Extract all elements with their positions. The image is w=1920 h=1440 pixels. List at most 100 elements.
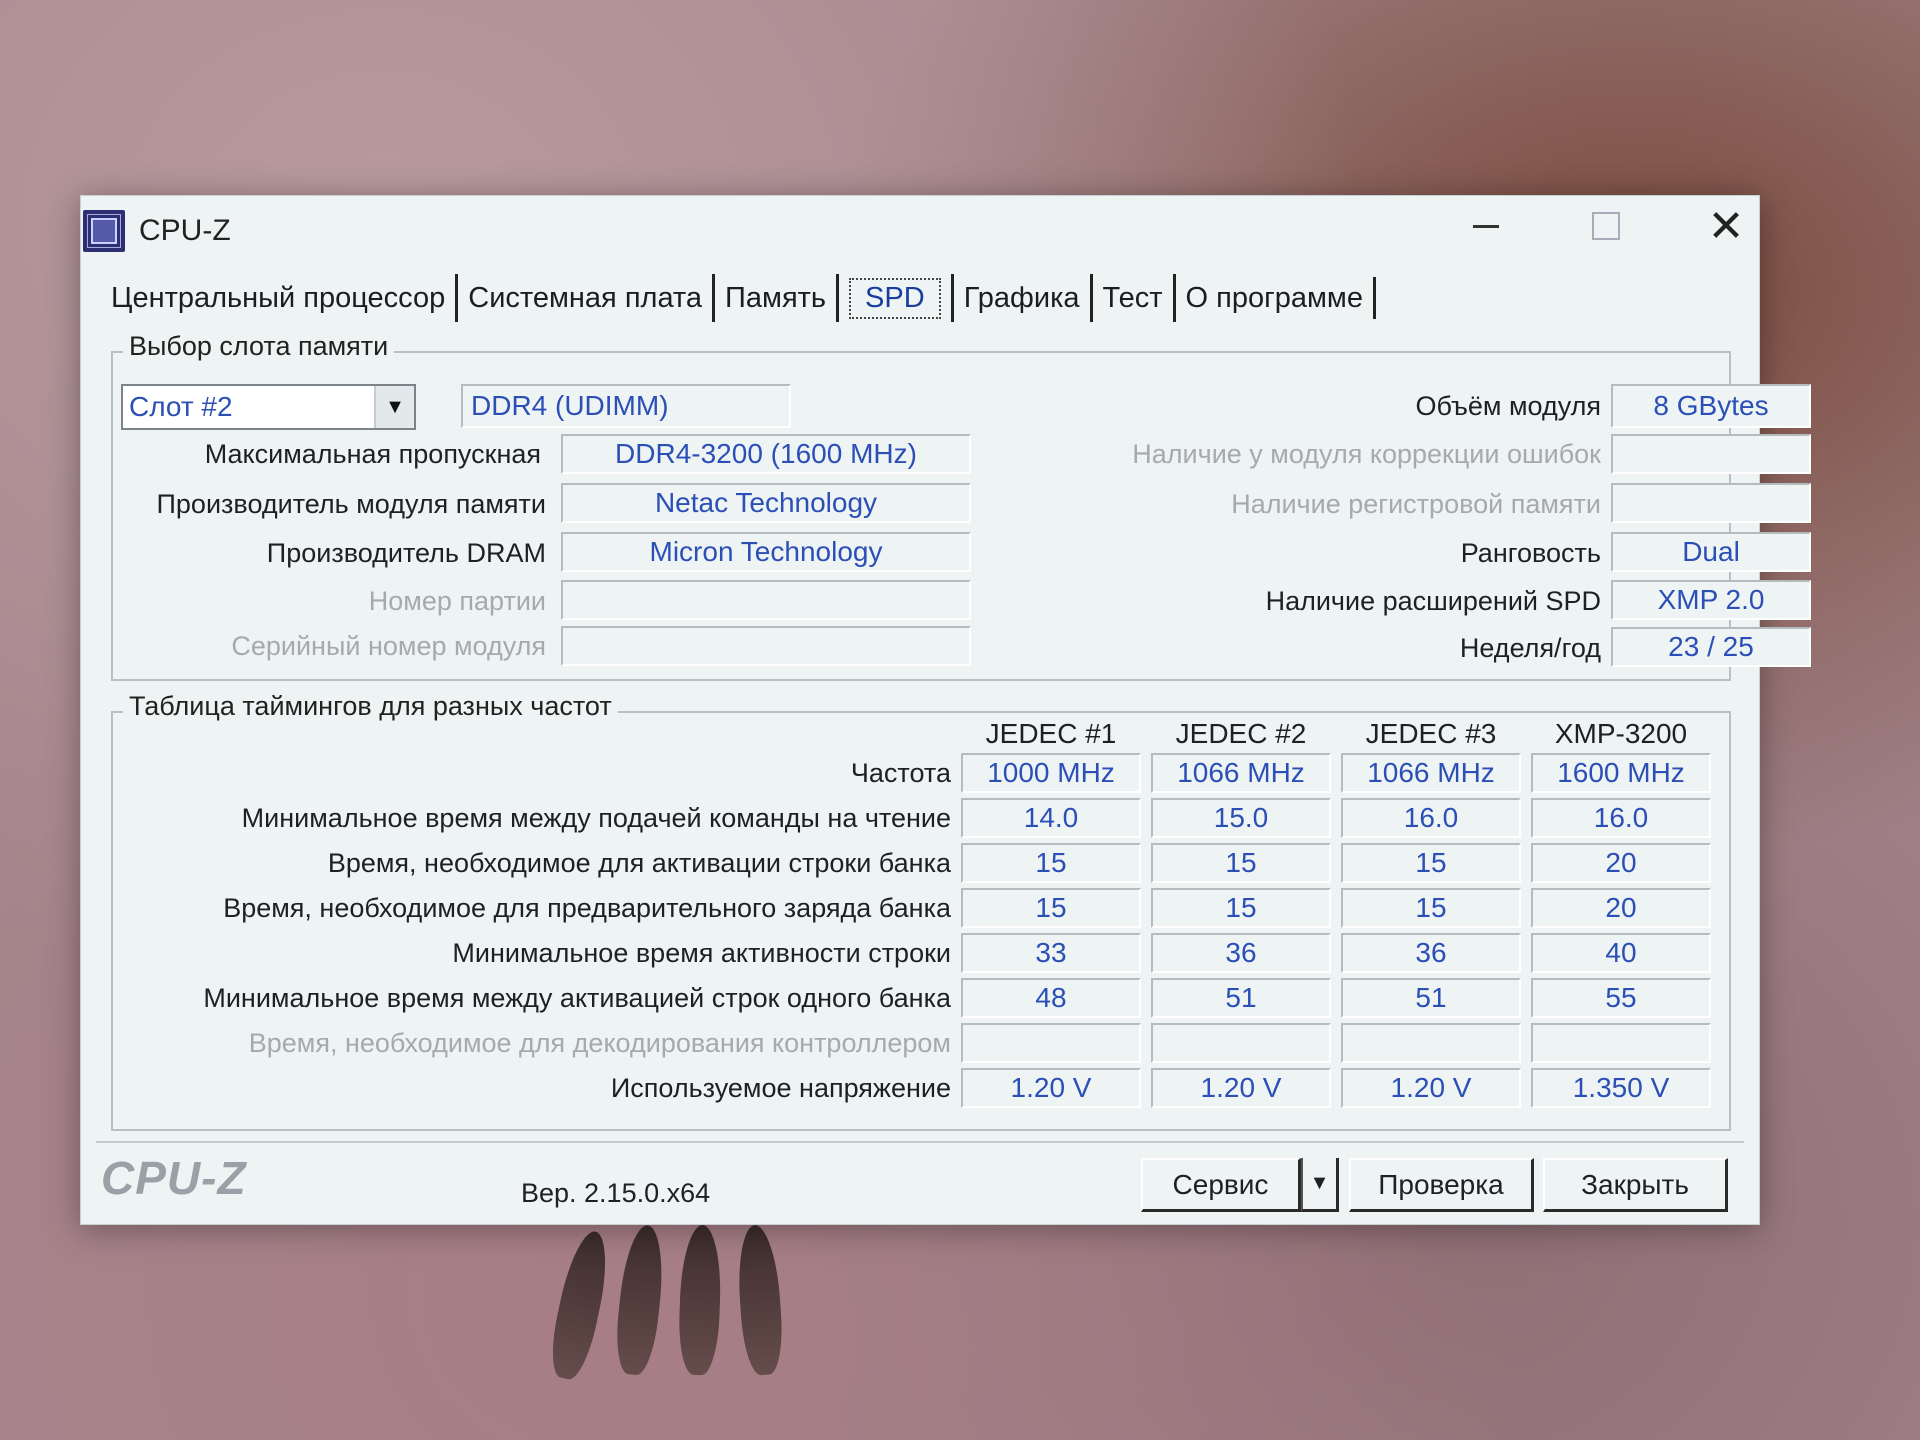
timing-cell: 1.350 V xyxy=(1531,1068,1711,1108)
service-button[interactable]: Сервис xyxy=(1141,1158,1301,1212)
tab-spd-label: SPD xyxy=(849,277,941,319)
module-size-field: 8 GBytes xyxy=(1611,384,1811,428)
tab-bench[interactable]: Тест xyxy=(1089,274,1173,322)
memory-type-field: DDR4 (UDIMM) xyxy=(461,384,791,428)
registered-label: Наличие регистровой памяти xyxy=(1231,489,1601,519)
tab-memory[interactable]: Память xyxy=(712,274,836,322)
timing-cell: 1000 MHz xyxy=(961,753,1141,793)
maximize-icon[interactable] xyxy=(1551,196,1661,256)
dram-manufacturer-field: Micron Technology xyxy=(561,532,971,572)
timing-cell: 14.0 xyxy=(961,798,1141,838)
timing-cell: 1066 MHz xyxy=(1341,753,1521,793)
cpuz-window: CPU-Z ✕ Центральный процессор Системная … xyxy=(80,195,1811,1225)
close-button[interactable]: Закрыть xyxy=(1543,1158,1728,1212)
timing-cell: 48 xyxy=(961,978,1141,1018)
column-header: JEDEC #3 xyxy=(1365,718,1497,749)
spd-ext-label: Наличие расширений SPD xyxy=(1265,586,1601,616)
background-feather xyxy=(544,1227,616,1383)
timing-cell: 55 xyxy=(1531,978,1711,1018)
ecc-label: Наличие у модуля коррекции ошибок xyxy=(1132,439,1601,469)
tab-cpu[interactable]: Центральный процессор xyxy=(101,274,455,322)
module-manufacturer-label: Производитель модуля памяти xyxy=(156,489,547,519)
background-feather xyxy=(734,1223,786,1377)
serial-number-field xyxy=(561,626,971,666)
cpuz-logo: CPU-Z xyxy=(101,1152,247,1204)
chevron-down-icon[interactable]: ▼ xyxy=(374,386,414,428)
registered-field xyxy=(1611,483,1811,523)
timing-cell: 36 xyxy=(1151,933,1331,973)
timing-cell: 1.20 V xyxy=(1341,1068,1521,1108)
timing-cell: 16.0 xyxy=(1531,798,1711,838)
background-feather xyxy=(612,1223,668,1377)
chevron-down-icon[interactable]: ▼ xyxy=(1301,1158,1339,1212)
slot-select-value: Слот #2 xyxy=(129,391,233,422)
timing-cell: 36 xyxy=(1341,933,1521,973)
timing-cell: 15.0 xyxy=(1151,798,1331,838)
tab-bar-end xyxy=(1372,277,1376,319)
max-bandwidth-label: Максимальная пропускная xyxy=(204,439,541,469)
row-label-rc: Минимальное время между активацией строк… xyxy=(203,983,951,1013)
minimize-icon[interactable] xyxy=(1431,196,1541,256)
background-feather xyxy=(677,1224,723,1376)
module-size-label: Объём модуля xyxy=(1415,391,1601,421)
row-label-voltage: Используемое напряжение xyxy=(610,1073,951,1103)
timing-cell xyxy=(1341,1023,1521,1063)
timing-cell xyxy=(1531,1023,1711,1063)
timing-cell xyxy=(961,1023,1141,1063)
window-title: CPU-Z xyxy=(139,214,231,247)
footer-divider xyxy=(96,1141,1744,1143)
timing-cell: 15 xyxy=(961,843,1141,883)
close-icon[interactable]: ✕ xyxy=(1671,196,1781,256)
tab-graphics[interactable]: Графика xyxy=(950,274,1090,322)
row-label-frequency: Частота xyxy=(850,758,951,788)
timings-group-title: Таблица таймингов для разных частот xyxy=(123,691,618,722)
part-number-field xyxy=(561,580,971,620)
tab-mainboard[interactable]: Системная плата xyxy=(455,274,712,322)
row-label-cas: Минимальное время между подачей команды … xyxy=(241,803,951,833)
row-label-rcd: Время, необходимое для активации строки … xyxy=(327,848,951,878)
timing-cell: 51 xyxy=(1151,978,1331,1018)
module-manufacturer-field: Netac Technology xyxy=(561,483,971,523)
title-bar[interactable]: CPU-Z ✕ xyxy=(81,196,1759,266)
tab-spd[interactable]: SPD xyxy=(836,274,951,322)
slot-select[interactable]: Слот #2 ▼ xyxy=(121,384,416,430)
part-number-label: Номер партии xyxy=(368,586,546,616)
timing-cell: 15 xyxy=(1151,888,1331,928)
timing-cell: 33 xyxy=(961,933,1141,973)
week-year-field: 23 / 25 xyxy=(1611,627,1811,667)
timing-cell xyxy=(1151,1023,1331,1063)
dram-manufacturer-label: Производитель DRAM xyxy=(266,538,546,568)
slot-group-title: Выбор слота памяти xyxy=(123,331,395,362)
ranks-field: Dual xyxy=(1611,532,1811,572)
timing-cell: 40 xyxy=(1531,933,1711,973)
validate-button[interactable]: Проверка xyxy=(1349,1158,1534,1212)
timing-cell: 20 xyxy=(1531,888,1711,928)
timing-cell: 1066 MHz xyxy=(1151,753,1331,793)
spd-ext-field: XMP 2.0 xyxy=(1611,580,1811,620)
row-label-rp: Время, необходимое для предварительного … xyxy=(223,893,951,923)
row-label-command-rate: Время, необходимое для декодирования кон… xyxy=(248,1028,951,1058)
column-header: XMP-3200 xyxy=(1554,718,1688,749)
timing-cell: 20 xyxy=(1531,843,1711,883)
timing-cell: 15 xyxy=(1341,843,1521,883)
column-header: JEDEC #1 xyxy=(985,718,1117,749)
timing-cell: 15 xyxy=(1341,888,1521,928)
ecc-field xyxy=(1611,434,1811,474)
timing-cell: 51 xyxy=(1341,978,1521,1018)
timing-cell: 1.20 V xyxy=(1151,1068,1331,1108)
version-text: Вер. 2.15.0.x64 xyxy=(521,1178,711,1208)
timing-cell: 1600 MHz xyxy=(1531,753,1711,793)
max-bandwidth-field: DDR4-3200 (1600 MHz) xyxy=(561,434,971,474)
week-year-label: Неделя/год xyxy=(1459,633,1601,663)
ranks-label: Ранговость xyxy=(1460,538,1601,568)
timing-cell: 15 xyxy=(961,888,1141,928)
serial-number-label: Серийный номер модуля xyxy=(231,631,546,661)
column-header: JEDEC #2 xyxy=(1175,718,1307,749)
timing-cell: 16.0 xyxy=(1341,798,1521,838)
timing-cell: 1.20 V xyxy=(961,1068,1141,1108)
cpuz-app-icon xyxy=(83,210,125,252)
timing-cell: 15 xyxy=(1151,843,1331,883)
row-label-ras: Минимальное время активности строки xyxy=(452,938,951,968)
tab-about[interactable]: О программе xyxy=(1172,274,1373,322)
tab-bar: Центральный процессор Системная плата Па… xyxy=(101,274,1376,322)
